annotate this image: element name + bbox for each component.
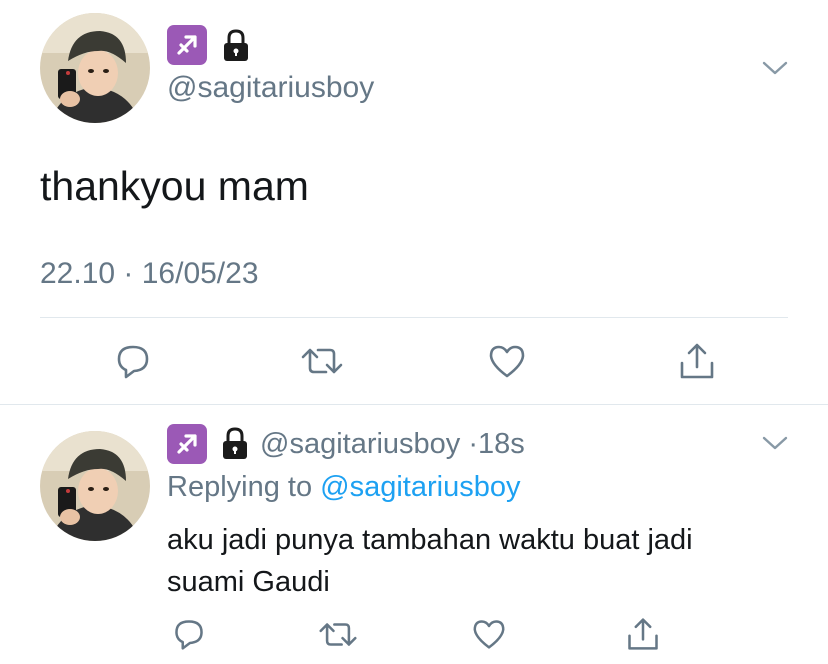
reply-text-line: aku jadi punya tambahan waktu buat jadi xyxy=(167,524,693,556)
reply-text: aku jadi punya tambahan waktu buat jadi … xyxy=(167,519,693,603)
reply-text-line: suami Gaudi xyxy=(167,566,330,598)
replying-prefix: Replying to xyxy=(167,471,313,503)
sagittarius-icon xyxy=(167,25,207,65)
avatar[interactable] xyxy=(40,13,150,123)
reply-icon[interactable] xyxy=(172,617,206,651)
sagittarius-icon xyxy=(167,424,207,464)
tweet-timestamp[interactable]: 22.10 · 16/05/23 xyxy=(40,256,259,292)
like-icon[interactable] xyxy=(472,618,506,650)
replying-to-line: Replying to @sagitariusboy xyxy=(167,469,520,505)
chevron-down-icon[interactable] xyxy=(760,433,790,458)
reply-handle[interactable]: @sagitariusboy xyxy=(260,428,460,460)
reply-meta: @sagitariusboy ·18s xyxy=(260,426,525,462)
lock-icon xyxy=(220,28,252,69)
retweet-icon[interactable] xyxy=(318,619,358,650)
replying-to-link[interactable]: @sagitariusboy xyxy=(320,471,520,503)
share-icon[interactable] xyxy=(677,341,717,381)
reply-icon[interactable] xyxy=(114,342,152,380)
tweet-text: thankyou mam xyxy=(40,163,309,209)
retweet-icon[interactable] xyxy=(300,344,344,378)
avatar[interactable] xyxy=(40,431,150,541)
like-icon[interactable] xyxy=(488,343,526,379)
share-icon[interactable] xyxy=(625,616,661,652)
user-handle[interactable]: @sagitariusboy xyxy=(167,70,374,106)
chevron-down-icon[interactable] xyxy=(760,58,790,83)
lock-icon xyxy=(219,426,251,467)
divider xyxy=(40,317,788,318)
reply-age[interactable]: 18s xyxy=(478,428,525,460)
separator-dot: · xyxy=(468,428,479,460)
divider xyxy=(0,404,828,405)
